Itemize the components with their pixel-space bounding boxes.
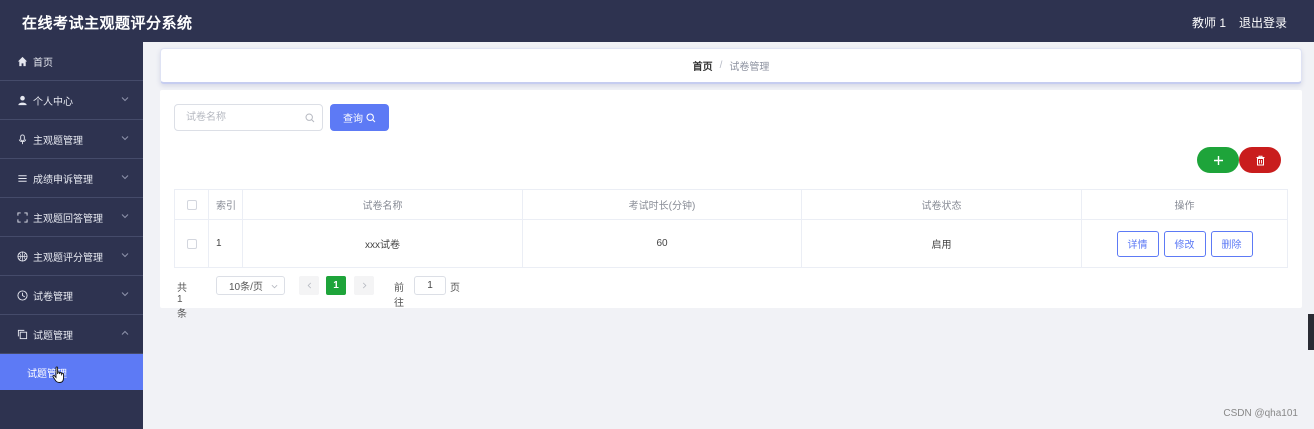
goto-label: 前往 [394,283,404,309]
column-header-name: 试卷名称 [243,190,523,219]
basketball-icon [15,249,29,263]
detail-button[interactable]: 详情 [1116,230,1159,257]
search-input[interactable] [175,105,300,130]
column-header-index: 索引 [209,190,243,219]
top-header: 在线考试主观题评分系统 教师 1 退出登录 [0,0,1314,42]
batch-delete-button[interactable] [1239,147,1281,173]
breadcrumb-separator: / [719,60,723,71]
sidebar-item-subjective-questions[interactable]: 主观题管理 [0,120,143,159]
search-button[interactable]: 查询 [330,104,389,131]
hand-cursor-icon [52,366,64,383]
sidebar-item-label: 主观题评分管理 [33,252,103,264]
search-button-label: 查询 [343,114,363,125]
chevron-down-icon [121,290,129,298]
sidebar-item-grade-appeals[interactable]: 成绩申诉管理 [0,159,143,198]
home-icon [15,54,29,68]
next-page-button[interactable] [354,276,374,295]
table-header-row: 索引 试卷名称 考试时长(分钟) 试卷状态 操作 [175,190,1287,220]
chevron-down-icon [271,284,278,289]
list-icon [15,171,29,185]
chevron-right-icon [362,282,366,289]
user-icon [15,93,29,107]
breadcrumb-current: 试卷管理 [729,62,770,73]
sidebar-item-label: 首页 [33,57,53,69]
chevron-down-icon [121,95,129,103]
cell-index: 1 [209,220,243,267]
row-checkbox[interactable] [186,238,197,249]
clock-icon [15,288,29,302]
chevron-left-icon [307,282,311,289]
app-title: 在线考试主观题评分系统 [22,15,193,32]
search-icon [305,113,315,123]
sidebar-item-label: 试题管理 [33,330,73,342]
select-all-checkbox[interactable] [186,199,197,210]
copy-icon [15,327,29,341]
sidebar-item-label: 试卷管理 [33,291,73,303]
watermark: CSDN @qha101 [1223,408,1298,419]
breadcrumb-home[interactable]: 首页 [693,58,713,73]
goto-suffix: 页 [450,283,460,294]
logout-link[interactable]: 退出登录 [1239,14,1287,31]
current-user: 教师 1 [1191,16,1226,30]
table-row: 1 xxx试卷 60 启用 详情 修改 删除 [175,220,1287,267]
goto-page-input[interactable] [414,276,446,295]
sidebar-item-label: 成绩申诉管理 [33,174,93,186]
sidebar-item-answer-management[interactable]: 主观题回答管理 [0,198,143,237]
sidebar: 首页 个人中心 主观题管理 成绩申诉管理 主观题回答管理 主观题评分管理 试卷管… [0,42,143,429]
search-box [174,104,323,131]
sidebar-item-exam-papers[interactable]: 试卷管理 [0,276,143,315]
sidebar-item-test-questions[interactable]: 试题管理 [0,315,143,354]
page-size-select[interactable]: 10条/页 [216,276,285,295]
breadcrumb: 首页 / 试卷管理 [160,48,1302,84]
pagination-total: 共 1 条 [177,283,187,320]
plus-icon [1213,155,1223,165]
chevron-down-icon [121,173,129,181]
microphone-icon [15,132,29,146]
chevron-down-icon [121,251,129,259]
sidebar-item-personal-center[interactable]: 个人中心 [0,81,143,120]
sidebar-item-label: 主观题回答管理 [33,213,103,225]
trash-icon [1256,155,1264,165]
page-number-current[interactable]: 1 [326,276,346,295]
sidebar-item-scoring-management[interactable]: 主观题评分管理 [0,237,143,276]
row-checkbox-cell [175,220,209,267]
content-card: 查询 索引 试卷名称 考试时长(分钟) 试卷状态 操作 1 xxx试卷 60 启… [160,90,1302,320]
sidebar-item-label: 个人中心 [33,96,73,108]
page-size-value: 10条/页 [229,282,263,293]
chevron-down-icon [121,134,129,142]
chevron-down-icon [121,212,129,220]
column-header-duration: 考试时长(分钟) [523,190,802,219]
column-header-actions: 操作 [1174,201,1195,212]
fullscreen-icon [15,210,29,224]
sidebar-subitem-test-question-management[interactable]: 试题管理 [0,354,143,390]
sidebar-item-label: 主观题管理 [33,135,83,147]
cell-status: 启用 [802,220,1082,267]
column-header-status: 试卷状态 [802,190,1082,219]
edit-button[interactable]: 修改 [1163,230,1206,257]
sidebar-item-home[interactable]: 首页 [0,42,143,81]
prev-page-button[interactable] [299,276,319,295]
scrollbar-thumb[interactable] [1308,314,1314,350]
add-button[interactable] [1197,147,1239,173]
chevron-up-icon [121,329,129,337]
delete-button[interactable]: 删除 [1210,230,1253,257]
search-icon [366,112,376,122]
header-checkbox-cell [175,190,209,219]
exam-paper-table: 索引 试卷名称 考试时长(分钟) 试卷状态 操作 1 xxx试卷 60 启用 详… [174,189,1288,268]
cell-name: xxx试卷 [243,220,523,267]
cell-duration: 60 [523,220,802,267]
cell-actions: 详情 修改 删除 [1082,220,1287,267]
